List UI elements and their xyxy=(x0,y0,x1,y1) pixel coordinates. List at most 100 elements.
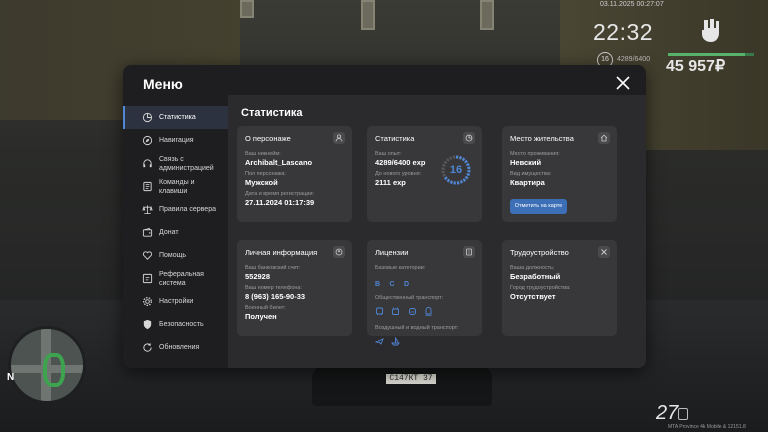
sidebar-item-label: Настройки xyxy=(159,298,194,305)
plane-icon xyxy=(374,333,384,345)
hud-ammo: 27 xyxy=(656,402,679,424)
menu-modal: Меню Статистика Навигация Связь с админи… xyxy=(123,65,646,368)
sidebar-item-referral[interactable]: Реферальная система xyxy=(123,267,228,290)
employment-city-value: Отсутствует xyxy=(510,292,556,301)
sidebar-item-label: Безопасность xyxy=(159,321,204,328)
train-icon xyxy=(424,303,433,316)
bank-value: 552928 xyxy=(245,272,271,281)
modal-title: Меню xyxy=(143,76,183,92)
stats-icon xyxy=(142,112,153,123)
sidebar-item-admin-contact[interactable]: Связь с администрацией xyxy=(123,152,228,175)
license-category: C xyxy=(389,281,395,288)
hud-build: MTA Province 4k Mobile & 12151.8 xyxy=(668,424,746,430)
fist-icon xyxy=(695,16,725,46)
shield-icon xyxy=(142,319,153,330)
minimap[interactable] xyxy=(8,326,86,404)
card-title: О персонаже xyxy=(245,134,291,143)
bank-label: Ваш банковский счет: xyxy=(245,265,301,271)
card-title: Личная информация xyxy=(245,248,318,257)
sidebar-item-updates[interactable]: Обновления xyxy=(123,336,228,359)
sidebar-item-label: Навигация xyxy=(159,137,194,144)
card-title: Лицензии xyxy=(375,248,409,257)
sidebar-item-security[interactable]: Безопасность xyxy=(123,313,228,336)
gender-value: Мужской xyxy=(245,178,278,187)
card-title: Статистика xyxy=(375,134,415,143)
card-residence: Место жительства Место проживания: Невск… xyxy=(502,126,617,222)
sidebar-item-settings[interactable]: Настройки xyxy=(123,290,228,313)
residence-place-value: Невский xyxy=(510,158,542,167)
property-value: Квартира xyxy=(510,178,545,187)
building-window xyxy=(361,0,375,30)
minimap-north: N xyxy=(7,372,15,383)
property-label: Вид имущества: xyxy=(510,171,552,177)
sidebar-item-help[interactable]: Помощь xyxy=(123,244,228,267)
close-icon xyxy=(616,76,630,90)
trolleybus-icon xyxy=(391,303,400,315)
id-icon xyxy=(333,246,345,258)
sidebar-item-label: Донат xyxy=(159,229,179,236)
hud-time: 22:32 xyxy=(593,19,654,45)
sidebar-item-label: Статистика xyxy=(159,114,196,121)
gear-icon xyxy=(142,296,153,307)
sidebar-item-label: Связь с администрацией xyxy=(159,155,214,172)
navigation-icon xyxy=(142,135,153,146)
home-icon xyxy=(598,132,610,144)
sidebar: Статистика Навигация Связь с администрац… xyxy=(123,106,228,359)
mark-on-map-button[interactable]: Отметить на карте xyxy=(510,199,567,214)
card-title: Трудоустройство xyxy=(510,248,569,257)
user-icon xyxy=(333,132,345,144)
base-categories-label: Базовые категории: xyxy=(375,265,426,271)
position-label: Ваша должность: xyxy=(510,265,555,271)
minimap-marker xyxy=(43,353,65,387)
sidebar-item-label: Команды и клавиши xyxy=(159,178,195,195)
registration-value: 27.11.2024 01:17:39 xyxy=(245,198,315,207)
sidebar-item-donate[interactable]: Донат xyxy=(123,221,228,244)
referral-icon xyxy=(142,273,153,284)
public-transport-icons xyxy=(375,301,474,321)
card-statistics: Статистика Ваш опыт: 4289/6400 exp До но… xyxy=(367,126,482,222)
sidebar-item-label: Помощь xyxy=(159,252,187,259)
nickname-label: Ваш никнейм: xyxy=(245,151,281,157)
boat-icon xyxy=(391,333,401,346)
building-window xyxy=(240,0,254,18)
sidebar-item-commands[interactable]: Команды и клавиши xyxy=(123,175,228,198)
bus-icon xyxy=(375,303,384,315)
sidebar-item-label: Правила сервера xyxy=(159,206,216,213)
car xyxy=(312,366,492,406)
sidebar-item-label: Обновления xyxy=(159,344,200,351)
registration-label: Дата и время регистрации: xyxy=(245,191,315,197)
license-category: B xyxy=(375,281,381,288)
stats-icon xyxy=(463,132,475,144)
license-category: D xyxy=(404,281,410,288)
level-number: 16 xyxy=(449,164,463,176)
hud-money: 45 957₽ xyxy=(666,58,726,75)
building-window xyxy=(480,0,494,30)
hud-date: 03.11.2025 00:27:07 xyxy=(600,1,664,8)
keyboard-icon xyxy=(142,181,153,192)
card-title: Место жительства xyxy=(510,134,574,143)
military-label: Военный билет: xyxy=(245,305,286,311)
position-value: Безработный xyxy=(510,272,561,281)
tram-icon xyxy=(408,303,417,315)
employment-city-label: Город трудоустройства: xyxy=(510,285,571,291)
license-categories: B C D xyxy=(375,273,474,291)
wallet-icon xyxy=(142,227,153,238)
refresh-icon xyxy=(142,342,153,353)
license-icon xyxy=(463,246,475,258)
sidebar-item-label: Реферальная система xyxy=(159,270,204,287)
close-button[interactable] xyxy=(615,75,631,91)
card-persona: О персонаже Ваш никнейм: Archibalt_Lasca… xyxy=(237,126,352,222)
gender-label: Пол персонажа: xyxy=(245,171,286,177)
heart-icon xyxy=(142,250,153,261)
sidebar-item-navigation[interactable]: Навигация xyxy=(123,129,228,152)
scales-icon xyxy=(142,204,153,215)
phone-label: Ваш номер телефона: xyxy=(245,285,303,291)
tools-icon xyxy=(598,246,610,258)
sidebar-item-rules[interactable]: Правила сервера xyxy=(123,198,228,221)
sidebar-item-statistics[interactable]: Статистика xyxy=(123,106,228,129)
page-title: Статистика xyxy=(241,107,303,119)
card-employment: Трудоустройство Ваша должность: Безработ… xyxy=(502,240,617,336)
air-water-transport-icons xyxy=(374,331,474,351)
statistics-panel: Статистика О персонаже Ваш никнейм: Arch… xyxy=(228,95,646,368)
hud-exp: 4289/6400 xyxy=(617,56,651,63)
